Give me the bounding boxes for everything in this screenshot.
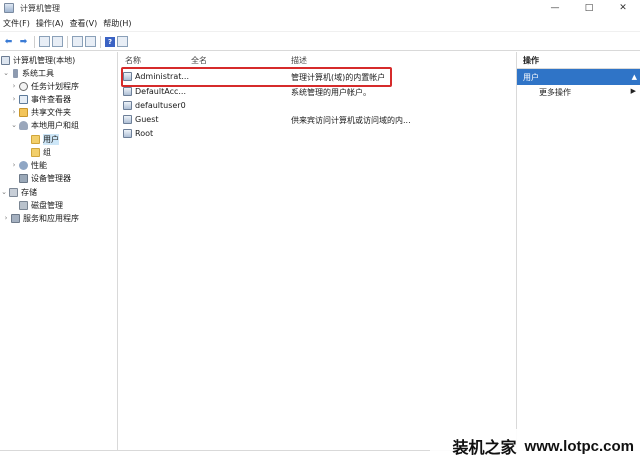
toolbar-separator bbox=[100, 35, 101, 48]
toolbar-separator bbox=[67, 35, 68, 48]
chevron-right-icon[interactable]: › bbox=[10, 82, 18, 90]
window-title: 计算机管理 bbox=[20, 3, 60, 13]
maximize-button[interactable]: □ bbox=[572, 0, 606, 16]
actions-header: 操作 bbox=[517, 55, 640, 69]
up-folder-icon[interactable] bbox=[39, 36, 50, 47]
tree-item-groups[interactable]: 组 bbox=[30, 146, 51, 158]
device-manager-icon bbox=[19, 173, 28, 183]
user-icon bbox=[123, 115, 132, 124]
refresh-icon[interactable] bbox=[72, 36, 83, 47]
window-controls: — □ ✕ bbox=[538, 0, 640, 16]
collapse-up-icon[interactable]: ▲ bbox=[632, 73, 637, 81]
chevron-right-icon[interactable]: › bbox=[10, 108, 18, 116]
export-list-icon[interactable] bbox=[85, 36, 96, 47]
log-icon bbox=[19, 94, 28, 104]
submenu-arrow-icon: ▶ bbox=[630, 87, 636, 95]
computer-icon bbox=[1, 55, 10, 65]
watermark-url: www.lotpc.com bbox=[524, 437, 634, 455]
user-icon bbox=[123, 129, 132, 138]
close-button[interactable]: ✕ bbox=[606, 0, 640, 16]
user-icon bbox=[123, 87, 132, 96]
services-icon bbox=[11, 213, 20, 223]
tree-item-users[interactable]: 用户 bbox=[30, 133, 59, 145]
menu-action[interactable]: 操作(A) bbox=[33, 18, 67, 29]
user-icon bbox=[123, 101, 132, 110]
menu-help[interactable]: 帮助(H) bbox=[100, 18, 134, 29]
user-name: Guest bbox=[135, 115, 159, 124]
share-icon bbox=[19, 107, 28, 117]
chevron-right-icon[interactable]: › bbox=[10, 161, 18, 169]
user-name: defaultuser0 bbox=[135, 101, 186, 110]
back-arrow-icon[interactable]: ⬅ bbox=[2, 35, 15, 48]
tree-item-shared-folders[interactable]: › 共享文件夹 bbox=[10, 106, 71, 118]
folder-icon bbox=[31, 147, 40, 157]
user-list: 名称 全名 描述 Administrat... 管理计算机(域)的内置帐户 De… bbox=[119, 52, 516, 450]
highlight-box bbox=[121, 67, 392, 87]
user-name: Root bbox=[135, 129, 154, 138]
chevron-down-icon[interactable]: ⌄ bbox=[2, 69, 10, 77]
storage-icon bbox=[9, 187, 18, 197]
menu-view[interactable]: 查看(V) bbox=[67, 18, 101, 29]
action-pane-icon[interactable] bbox=[117, 36, 128, 47]
column-header-description[interactable]: 描述 bbox=[291, 55, 307, 67]
tree-item-storage[interactable]: ⌄ 存储 bbox=[0, 186, 37, 198]
tree-item-task-scheduler[interactable]: › 任务计划程序 bbox=[10, 80, 79, 92]
tree-item-system-tools[interactable]: ⌄ 系统工具 bbox=[2, 67, 54, 79]
table-row[interactable]: defaultuser0 bbox=[123, 99, 186, 112]
navigation-tree: 计算机管理(本地) ⌄ 系统工具 › 任务计划程序 › 事件查看器 › 共享文件… bbox=[0, 52, 118, 450]
folder-icon bbox=[31, 134, 40, 144]
column-header-name[interactable]: 名称 bbox=[125, 55, 141, 67]
chevron-right-icon[interactable]: › bbox=[10, 95, 18, 103]
actions-section-users[interactable]: 用户 ▲ bbox=[517, 69, 640, 85]
title-bar: 计算机管理 — □ ✕ bbox=[0, 0, 640, 16]
minimize-button[interactable]: — bbox=[538, 0, 572, 16]
actions-section-label: 用户 bbox=[523, 72, 539, 82]
user-description: 系统管理的用户帐户。 bbox=[291, 88, 371, 97]
tree-item-device-manager[interactable]: 设备管理器 bbox=[18, 172, 71, 184]
menu-bar: 文件(F) 操作(A) 查看(V) 帮助(H) bbox=[0, 16, 640, 32]
user-name: DefaultAcc... bbox=[135, 87, 186, 96]
forward-arrow-icon[interactable]: ➡ bbox=[17, 35, 30, 48]
tree-item-disk-management[interactable]: 磁盘管理 bbox=[18, 199, 63, 211]
column-header-fullname[interactable]: 全名 bbox=[191, 55, 207, 67]
tree-item-local-users-groups[interactable]: ⌄ 本地用户和组 bbox=[10, 119, 79, 131]
actions-pane: 操作 用户 ▲ 更多操作 ▶ bbox=[516, 52, 640, 450]
chevron-down-icon[interactable]: ⌄ bbox=[0, 188, 8, 196]
performance-icon bbox=[19, 160, 28, 170]
tree-item-computer-management[interactable]: 计算机管理(本地) bbox=[0, 54, 75, 66]
users-icon bbox=[19, 120, 28, 130]
show-hide-tree-icon[interactable] bbox=[52, 36, 63, 47]
chevron-down-icon[interactable]: ⌄ bbox=[10, 121, 18, 129]
table-row[interactable]: Guest bbox=[123, 113, 159, 126]
chevron-right-icon[interactable]: › bbox=[2, 214, 10, 222]
tree-item-performance[interactable]: › 性能 bbox=[10, 159, 47, 171]
menu-file[interactable]: 文件(F) bbox=[0, 18, 33, 29]
clock-icon bbox=[19, 81, 28, 91]
computer-management-icon bbox=[4, 3, 14, 13]
toolbar: ⬅ ➡ ? bbox=[0, 33, 640, 51]
help-icon[interactable]: ? bbox=[105, 36, 115, 47]
watermark-chinese: 装机之家 bbox=[452, 438, 517, 457]
more-actions-item[interactable]: 更多操作 bbox=[539, 87, 571, 98]
table-row[interactable]: Root bbox=[123, 127, 153, 140]
tree-item-services-apps[interactable]: › 服务和应用程序 bbox=[2, 212, 79, 224]
disk-icon bbox=[19, 200, 28, 210]
tools-icon bbox=[13, 68, 18, 78]
watermark: 装机之家 www.lotpc.com bbox=[430, 429, 640, 463]
tree-item-event-viewer[interactable]: › 事件查看器 bbox=[10, 93, 71, 105]
toolbar-separator bbox=[34, 35, 35, 48]
user-description: 供来宾访问计算机或访问域的内... bbox=[291, 116, 411, 125]
